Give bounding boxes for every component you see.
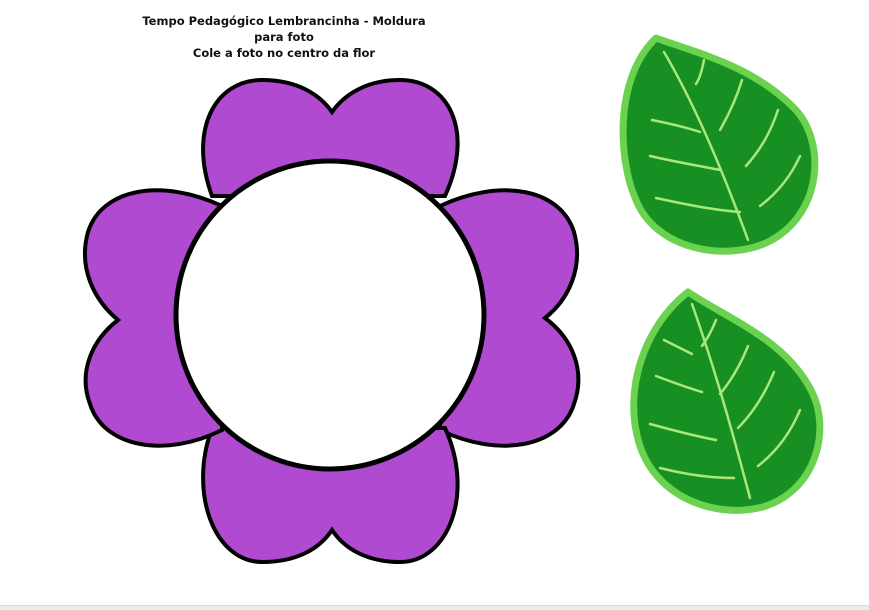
page-bottom-divider <box>0 605 869 610</box>
photo-center-circle <box>173 158 487 472</box>
leaf-top <box>619 34 819 255</box>
leaf-bottom <box>630 288 824 514</box>
flower-frame <box>83 77 581 565</box>
cutout-sheet <box>83 34 824 565</box>
leaf-top-shape <box>619 34 819 255</box>
